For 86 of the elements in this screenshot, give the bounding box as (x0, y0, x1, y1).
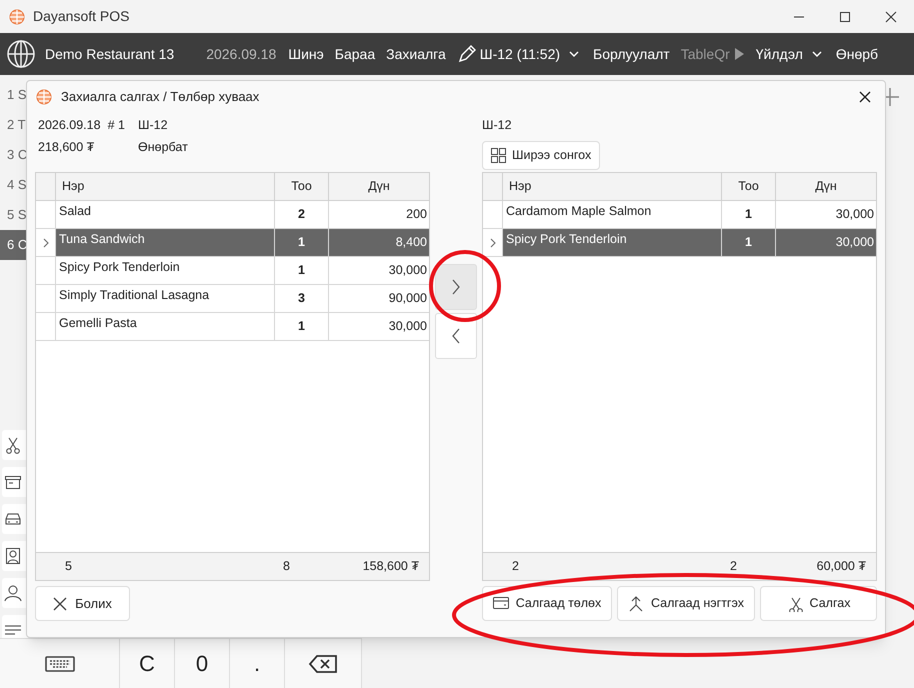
item-name-cell: Spicy Pork Tenderloin (503, 229, 722, 256)
column-header: Тоо (275, 173, 329, 200)
item-name-cell: Tuna Sandwich (56, 229, 275, 256)
nav-item[interactable]: Борлуулалт (593, 44, 670, 64)
nav-item[interactable]: Бараа (334, 44, 376, 64)
chevron-right-icon (451, 279, 461, 295)
table-name: Ш-12 (138, 117, 169, 134)
nav-item[interactable]: Ш-12 (11:52) (456, 44, 582, 64)
app-logo-icon (9, 8, 25, 24)
item-name-cell: Cardamom Maple Salmon (503, 201, 722, 228)
footer-quantity: 2 (729, 558, 737, 576)
annotation-circle (429, 250, 501, 322)
close-icon (53, 596, 68, 610)
action-button[interactable]: Салгах (760, 586, 877, 621)
amount-cell-text: 90,000 (388, 290, 428, 308)
amount-cell-text: 30,000 (834, 206, 875, 224)
order-number: # 1 (108, 117, 125, 134)
play-icon (732, 47, 745, 61)
quantity-cell: 1 (722, 201, 776, 228)
item-name-cell: Gemelli Pasta (56, 313, 275, 340)
nav-item[interactable]: TableQr (680, 44, 745, 64)
move-right-button[interactable] (435, 264, 477, 310)
quantity-cell: 2 (275, 201, 329, 228)
target-table-label: Ш-12 (482, 117, 512, 134)
quantity-cell: 1 (275, 313, 329, 340)
footer-count: 2 (511, 558, 520, 576)
choose-table-button[interactable]: Ширээ сонгох (482, 140, 600, 170)
row-pointer-icon (488, 238, 496, 248)
footer-count: 5 (64, 558, 73, 576)
scissors-icon (786, 596, 803, 612)
quantity-cell: 3 (275, 285, 329, 312)
chevron-left-icon (451, 328, 461, 344)
dialog-title: Захиалга салгах / Төлбөр хуваах (61, 88, 260, 106)
column-header: Дүн (814, 178, 838, 196)
cancel-button[interactable]: Болих (35, 586, 130, 621)
keyboard-icon (44, 656, 74, 672)
column-header: Нэр (56, 173, 275, 200)
amount-cell-text: 8,400 (394, 234, 428, 252)
action-button[interactable]: Салгаад нэгтгэх (617, 586, 755, 621)
scissors-icon[interactable] (4, 436, 22, 454)
contact-card-icon[interactable] (4, 547, 22, 565)
item-name-cell: Salad (56, 201, 275, 228)
amount-cell-text: 30,000 (388, 318, 428, 336)
waiter-name: Өнөрбат (138, 138, 189, 156)
item-name-cell: Simply Traditional Lasagna (56, 285, 275, 312)
order-date: 2026.09.18 (38, 117, 101, 134)
nav-item[interactable]: Үйлдэл (756, 44, 825, 64)
quantity-cell: 1 (722, 229, 776, 256)
footer-quantity: 8 (282, 558, 290, 576)
nav-item[interactable]: Шинэ (288, 44, 324, 64)
nav-date: 2026.09.18 (206, 44, 276, 64)
globe-icon (6, 39, 36, 69)
amount-cell-text: 30,000 (834, 234, 875, 252)
column-header: Дүн (367, 178, 391, 196)
order-total: 218,600 ₮ (38, 138, 96, 156)
backspace-icon (308, 654, 338, 674)
item-name-cell: Spicy Pork Tenderloin (56, 257, 275, 284)
grid-icon (491, 148, 506, 163)
nav-item[interactable]: Өнөрб (836, 44, 878, 64)
card-icon (492, 596, 509, 612)
keypad-key[interactable]: 0 (175, 639, 230, 688)
merge-arrow-icon (628, 596, 644, 612)
window-title: Dayansoft POS (33, 7, 130, 26)
action-button[interactable]: Салгаад төлөх (482, 586, 612, 621)
column-header: Тоо (722, 173, 776, 200)
nav-item[interactable]: Захиалга (386, 44, 446, 64)
footer-total: 158,600 ₮ (362, 558, 420, 576)
keypad-key[interactable]: C (120, 639, 175, 688)
close-button[interactable] (859, 91, 871, 103)
archive-icon[interactable] (4, 473, 22, 491)
app-logo-icon (36, 89, 52, 105)
row-pointer-icon (42, 238, 50, 248)
pencil-icon (456, 44, 477, 64)
brand-name: Demo Restaurant 13 (45, 44, 174, 64)
move-left-button[interactable] (435, 313, 477, 359)
amount-cell-text: 200 (405, 206, 428, 224)
quantity-cell: 1 (275, 229, 329, 256)
close-icon (859, 91, 871, 103)
column-header: Нэр (503, 173, 722, 200)
user-icon[interactable] (4, 584, 22, 602)
quantity-cell: 1 (275, 257, 329, 284)
table-row[interactable]: Spicy Pork Tenderloin 1 30,000 (503, 229, 876, 256)
footer-total: 60,000 ₮ (816, 558, 867, 576)
table-row[interactable]: Tuna Sandwich 1 8,400 (56, 229, 429, 256)
amount-cell-text: 30,000 (388, 262, 428, 280)
keypad-key[interactable]: . (230, 639, 285, 688)
